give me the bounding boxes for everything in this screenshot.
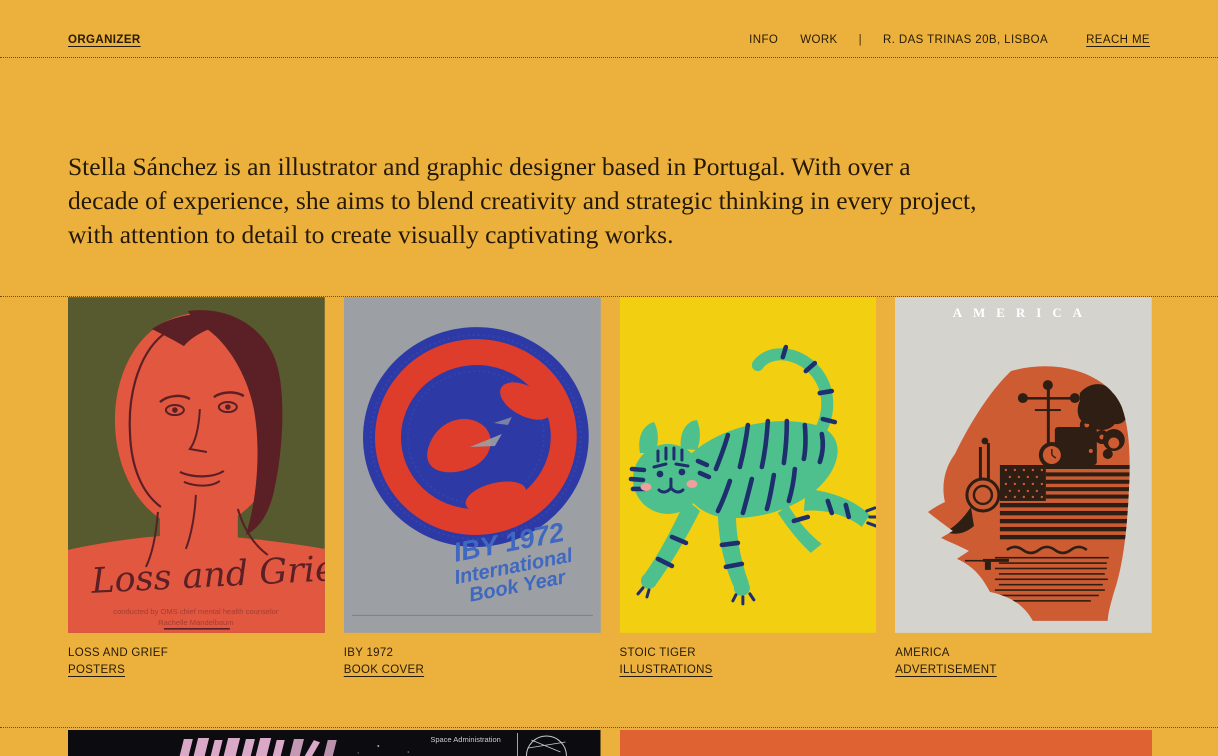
project-image-space-poster[interactable]: Space Administration (68, 730, 601, 756)
space-poster-label: Space Administration (430, 735, 501, 744)
loss-and-grief-credit-1: conducted by OMS chief mental health cou… (113, 607, 279, 616)
project-card-loss-and-grief: Loss and Grief conducted by OMS chief me… (68, 297, 325, 678)
project-category-link[interactable]: ADVERTISEMENT (895, 664, 996, 676)
project-grid: Loss and Grief conducted by OMS chief me… (0, 296, 1218, 678)
intro-line: Stella Sánchez is an illustrator and gra… (68, 150, 1168, 184)
project-image-america[interactable]: AMERICA (895, 297, 1152, 633)
loss-and-grief-credit-2: Rachelle Mandelbaum (158, 618, 233, 627)
project-image-iby-1972[interactable]: IBY 1972 International Book Year (344, 297, 601, 633)
project-category-link[interactable]: BOOK COVER (344, 664, 424, 676)
nav-link-info[interactable]: INFO (749, 34, 778, 46)
america-poster-art: AMERICA (895, 297, 1152, 633)
project-category-link[interactable]: ILLUSTRATIONS (620, 664, 713, 676)
project-title: IBY 1972 (344, 647, 601, 659)
project-image-stoic-tiger[interactable] (620, 297, 877, 633)
project-image-orange-poster[interactable] (620, 730, 1153, 756)
loss-and-grief-poster-art: Loss and Grief conducted by OMS chief me… (68, 297, 325, 633)
project-image-loss-and-grief[interactable]: Loss and Grief conducted by OMS chief me… (68, 297, 325, 633)
project-title: STOIC TIGER (620, 647, 877, 659)
nav-address: R. DAS TRINAS 20B, LISBOA (883, 34, 1048, 46)
nav-separator: | (859, 34, 862, 46)
project-grid-row-2: Space Administration (0, 727, 1218, 756)
brand-link[interactable]: ORGANIZER (68, 34, 141, 46)
project-category-link[interactable]: POSTERS (68, 664, 125, 676)
nav-link-work[interactable]: WORK (800, 34, 837, 46)
america-heading: AMERICA (953, 305, 1093, 320)
intro-line: decade of experience, she aims to blend … (68, 184, 1168, 218)
project-card-stoic-tiger: STOIC TIGER ILLUSTRATIONS (620, 297, 877, 678)
project-title: AMERICA (895, 647, 1152, 659)
intro-line: with attention to detail to create visua… (68, 218, 1168, 252)
stoic-tiger-poster-art (620, 297, 877, 633)
project-card-america: AMERICA (895, 297, 1152, 678)
nav-link-reach-me[interactable]: REACH ME (1086, 34, 1150, 46)
intro-paragraph: Stella Sánchez is an illustrator and gra… (68, 150, 1168, 252)
site-header: ORGANIZER INFO WORK | R. DAS TRINAS 20B,… (0, 0, 1218, 58)
header-nav: INFO WORK | R. DAS TRINAS 20B, LISBOA RE… (749, 34, 1150, 46)
project-card-iby-1972: IBY 1972 International Book Year IBY 197… (344, 297, 601, 678)
space-poster-art: Space Administration (68, 730, 601, 756)
iby-1972-poster-art: IBY 1972 International Book Year (344, 297, 601, 633)
project-title: LOSS AND GRIEF (68, 647, 325, 659)
